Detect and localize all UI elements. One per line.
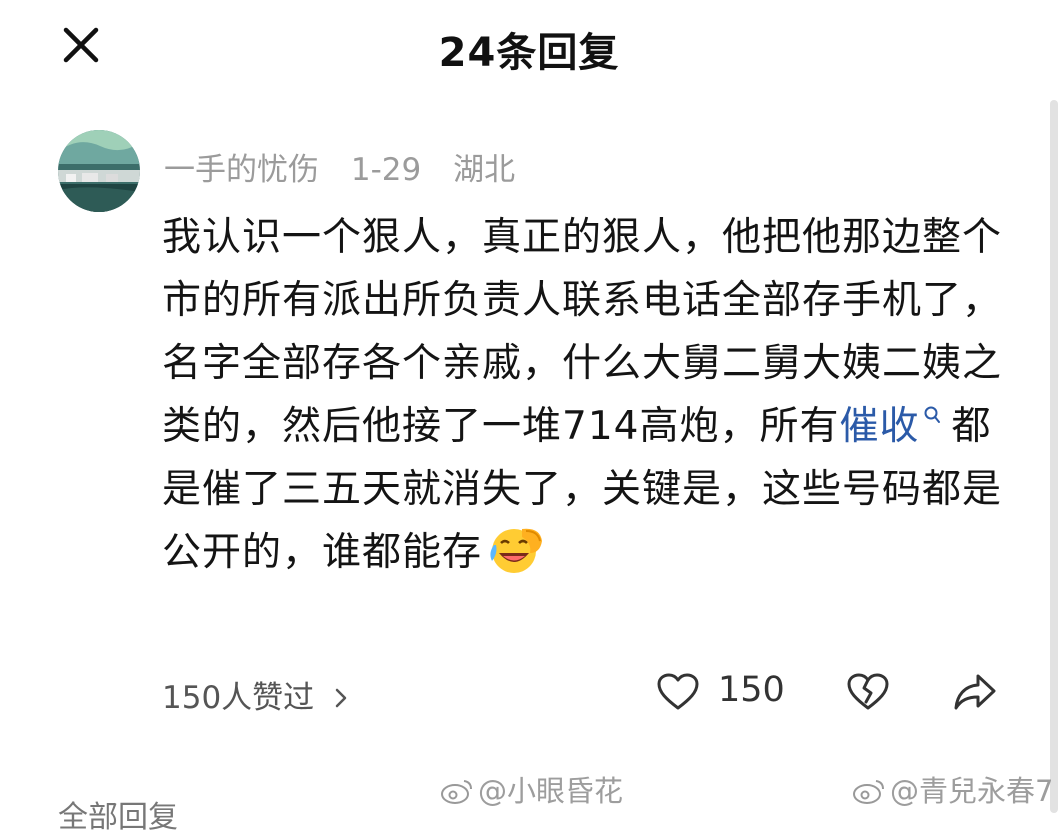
header-bar: 24条回复 <box>0 0 1058 92</box>
laughing-crying-emoji <box>490 528 543 573</box>
comment-meta: 一手的忧伤 1-29 湖北 <box>164 144 537 189</box>
avatar-image <box>58 130 140 212</box>
search-link[interactable]: 催收 <box>839 404 919 449</box>
search-icon <box>924 406 941 423</box>
heart-icon <box>657 673 699 710</box>
all-replies-heading: 全部回复 <box>58 800 178 835</box>
weibo-icon <box>441 780 472 804</box>
share-button[interactable] <box>952 672 998 716</box>
like-button[interactable] <box>656 672 700 716</box>
author-name[interactable]: 一手的忧伤 <box>164 152 319 188</box>
watermark-text-1: @小眼昏花 <box>478 774 624 808</box>
page-title: 24条回复 <box>438 30 620 76</box>
watermark-text-2: @青兒永春7 <box>890 774 1054 808</box>
avatar[interactable] <box>58 130 140 212</box>
chevron-right-icon <box>335 688 347 708</box>
weibo-icon <box>853 780 884 804</box>
share-arrow-icon <box>954 674 996 710</box>
likers-summary: 150人赞过 <box>162 680 315 716</box>
comment-location: 湖北 <box>453 152 516 188</box>
likers-link[interactable]: 150人赞过 <box>162 672 348 717</box>
like-count: 150 <box>718 670 785 710</box>
watermark-2: @青兒永春7 <box>852 768 1053 810</box>
scrollbar[interactable] <box>1050 100 1058 813</box>
broken-heart-icon <box>847 673 889 710</box>
comment-date: 1-29 <box>350 152 422 188</box>
comment-text: 我认识一个狠人，真正的狠人，他把他那边整个市的所有派出所负责人联系电话全部存手机… <box>162 206 1012 584</box>
watermark-1: @小眼昏花 <box>440 768 623 810</box>
dislike-button[interactable] <box>846 672 890 716</box>
